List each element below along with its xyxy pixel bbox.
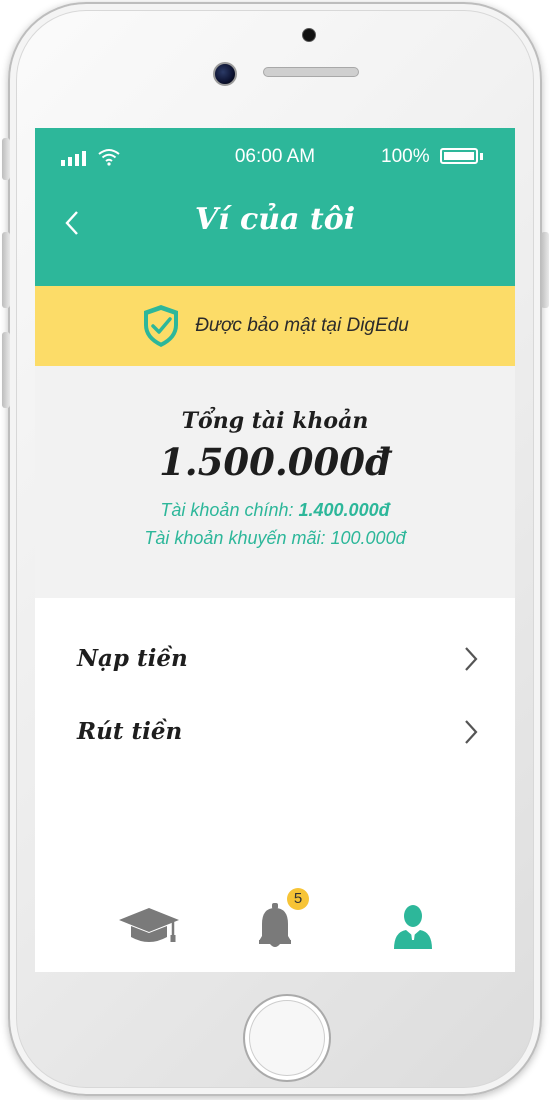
main-account-value: 1.400.000đ <box>298 500 390 520</box>
power-button <box>541 232 549 308</box>
mute-switch <box>2 138 10 180</box>
promo-account-label: Tài khoản khuyến mãi: <box>144 528 326 548</box>
shield-check-icon <box>144 305 179 347</box>
main-account-label: Tài khoản chính: <box>160 500 294 520</box>
battery-tip <box>480 153 483 160</box>
graduation-cap-icon[interactable] <box>117 906 181 948</box>
menu-item-label: Nạp tiền <box>77 644 188 672</box>
chevron-right-icon <box>465 720 478 744</box>
app-header: 06:00 AM 100% Ví của tôi <box>35 128 515 286</box>
balance-panel: Tổng tài khoản 1.500.000đ Tài khoản chín… <box>35 366 515 598</box>
battery-percent: 100% <box>381 146 430 167</box>
volume-up-button <box>2 232 10 308</box>
security-text: Được bảo mật tại DigEdu <box>195 315 409 336</box>
menu-item-label: Rút tiền <box>77 717 183 745</box>
total-balance-label: Tổng tài khoản <box>181 408 369 434</box>
notification-badge: 5 <box>287 888 309 910</box>
tab-bar <box>35 888 515 972</box>
promo-account-value: 100.000đ <box>330 528 406 548</box>
promo-account-line: Tài khoản khuyến mãi: 100.000đ <box>35 528 515 549</box>
battery-icon <box>440 148 478 164</box>
chevron-right-icon <box>465 647 478 671</box>
bell-icon[interactable] <box>257 902 293 950</box>
user-icon[interactable] <box>392 904 434 950</box>
earpiece-speaker <box>263 67 359 77</box>
main-account-line: Tài khoản chính: 1.400.000đ <box>35 500 515 521</box>
home-button[interactable] <box>243 994 331 1082</box>
front-camera <box>213 62 237 86</box>
menu-item-deposit[interactable]: Nạp tiền <box>35 630 515 686</box>
app-screen: 06:00 AM 100% Ví của tôi Được bảo mật tạ… <box>35 128 515 972</box>
status-bar: 06:00 AM 100% <box>35 128 515 186</box>
volume-down-button <box>2 332 10 408</box>
menu-item-withdraw[interactable]: Rút tiền <box>35 703 515 759</box>
security-banner: Được bảo mật tại DigEdu <box>35 286 515 366</box>
page-title: Ví của tôi <box>194 202 356 237</box>
total-balance-value: 1.500.000đ <box>159 440 391 484</box>
proximity-sensor <box>302 28 316 42</box>
